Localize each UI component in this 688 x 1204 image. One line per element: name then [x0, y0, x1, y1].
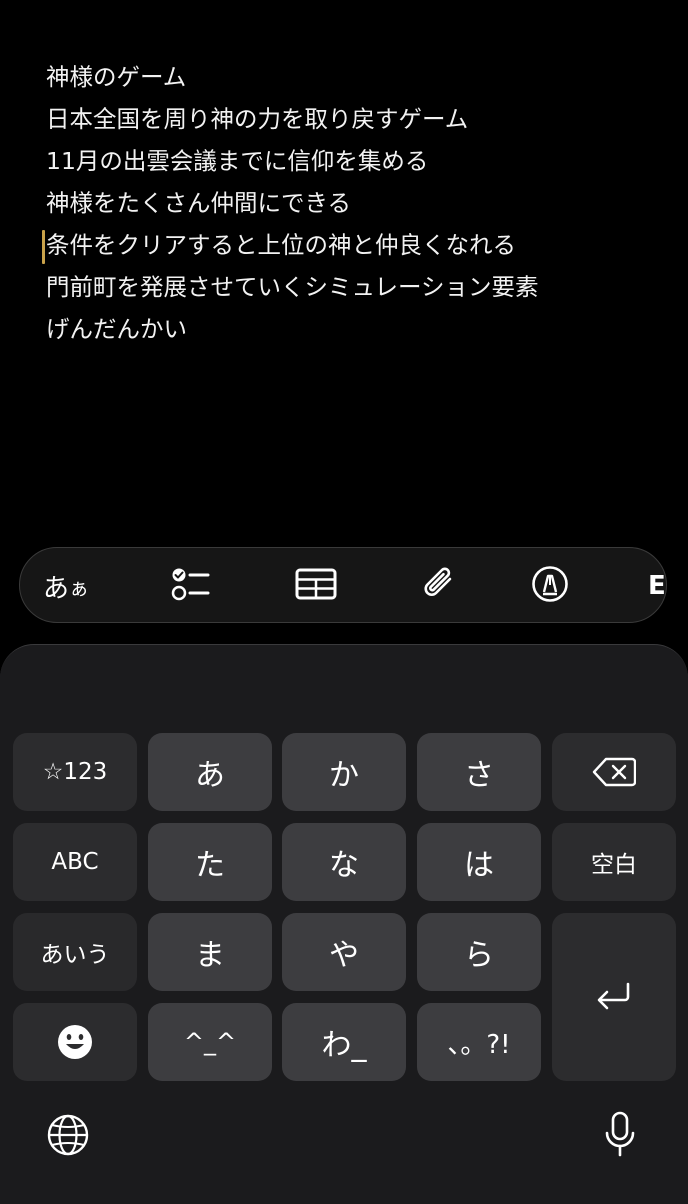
note-line: 日本全国を周り神の力を取り戻すゲーム	[46, 105, 469, 133]
emoji-icon	[56, 1023, 94, 1061]
return-icon	[594, 981, 634, 1013]
key-ma[interactable]: ま	[148, 913, 272, 991]
return-key[interactable]	[552, 913, 676, 1081]
paperclip-icon	[420, 564, 456, 608]
text-style-button[interactable]: あぁ	[40, 548, 92, 622]
text-cursor	[42, 230, 45, 264]
key-ka[interactable]: か	[282, 733, 406, 811]
key-ta[interactable]: た	[148, 823, 272, 901]
globe-button[interactable]	[44, 1113, 92, 1161]
text-style-label: あ	[42, 573, 69, 604]
dictation-button[interactable]	[598, 1111, 642, 1163]
note-line-with-cursor: 条件をクリアすると上位の神と仲良くなれる	[42, 224, 666, 266]
space-key[interactable]: 空白	[552, 823, 676, 901]
note-line: 11月の出雲会議までに信仰を集める	[46, 147, 429, 175]
microphone-icon	[603, 1111, 637, 1163]
key-ya[interactable]: や	[282, 913, 406, 991]
note-body[interactable]: 神様のゲーム 日本全国を周り神の力を取り戻すゲーム 11月の出雲会議までに信仰を…	[42, 56, 666, 350]
emoji-key[interactable]	[13, 1003, 137, 1081]
backspace-icon	[592, 757, 636, 787]
key-na[interactable]: な	[282, 823, 406, 901]
note-line: げんだんかい	[46, 315, 187, 343]
abc-key[interactable]: ABC	[13, 823, 137, 901]
key-wa[interactable]: わ_	[282, 1003, 406, 1081]
punctuation-key[interactable]: 、。?!	[417, 1003, 541, 1081]
table-button[interactable]	[293, 548, 339, 622]
kana-mode-key[interactable]: あいう	[13, 913, 137, 991]
attach-button[interactable]	[415, 548, 461, 622]
checklist-icon	[170, 566, 212, 606]
key-a[interactable]: あ	[148, 733, 272, 811]
key-ha[interactable]: は	[417, 823, 541, 901]
keyboard: ☆123 あ か さ ABC た な は 空白 あいう ま や ら ^_^ わ_…	[0, 644, 688, 1204]
format-toolbar: あぁ E	[19, 547, 667, 623]
note-line: 門前町を発展させていくシミュレーション要素	[46, 273, 539, 301]
note-line-text: 条件をクリアすると上位の神と仲良くなれる	[46, 231, 516, 259]
key-ra[interactable]: ら	[417, 913, 541, 991]
checklist-button[interactable]	[166, 548, 216, 622]
text-style-small-label: ぁ	[69, 575, 89, 600]
backspace-key[interactable]	[552, 733, 676, 811]
kaomoji-key[interactable]: ^_^	[148, 1003, 272, 1081]
more-button[interactable]: E	[648, 548, 666, 622]
table-icon	[295, 568, 337, 604]
note-line: 神様のゲーム	[46, 63, 187, 91]
key-sa[interactable]: さ	[417, 733, 541, 811]
symbols-key[interactable]: ☆123	[13, 733, 137, 811]
note-line: 神様をたくさん仲間にできる	[46, 189, 352, 217]
globe-icon	[46, 1113, 90, 1161]
pen-circle-icon	[531, 565, 569, 607]
more-icon: E	[648, 571, 666, 601]
draw-button[interactable]	[527, 548, 573, 622]
